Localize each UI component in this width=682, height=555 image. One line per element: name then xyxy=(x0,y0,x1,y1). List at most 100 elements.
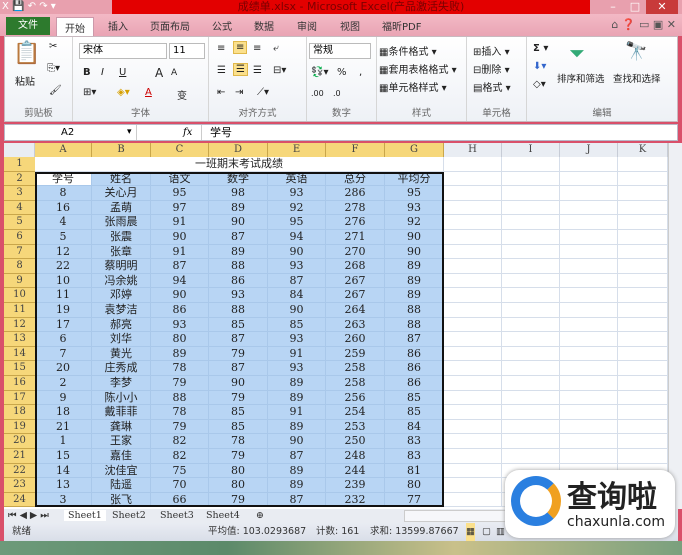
phonetic-button[interactable]: 变 xyxy=(177,87,187,102)
data-cell[interactable]: 87 xyxy=(209,230,268,245)
data-cell[interactable]: 沈佳宜 xyxy=(92,463,151,479)
find-icon[interactable]: 🔭 xyxy=(625,41,647,62)
cell[interactable] xyxy=(444,273,502,289)
cell[interactable] xyxy=(502,303,560,318)
cell[interactable] xyxy=(502,288,560,303)
data-cell[interactable]: 袁梦洁 xyxy=(92,303,151,318)
cell[interactable] xyxy=(560,200,618,216)
row-header[interactable]: 1 xyxy=(4,157,35,172)
page-layout-view-icon[interactable]: ▢ xyxy=(482,523,491,541)
column-header-b[interactable]: B xyxy=(92,143,151,157)
data-cell[interactable]: 268 xyxy=(326,259,385,274)
data-cell[interactable]: 85 xyxy=(385,405,444,420)
paste-icon[interactable]: 📋 xyxy=(13,41,40,66)
fill-icon[interactable]: ⬇▾ xyxy=(533,61,546,72)
column-header-c[interactable]: C xyxy=(151,143,209,157)
data-cell[interactable]: 80 xyxy=(385,478,444,493)
row-header[interactable]: 13 xyxy=(4,332,35,347)
cell[interactable] xyxy=(560,332,618,347)
cell-styles-button[interactable]: ▦单元格样式 ▾ xyxy=(379,79,447,94)
align-right-icon[interactable]: ☰ xyxy=(253,65,262,76)
cell[interactable] xyxy=(560,157,618,172)
cell[interactable] xyxy=(444,259,502,274)
data-cell[interactable]: 86 xyxy=(209,273,268,289)
data-cell[interactable]: 90 xyxy=(268,244,326,260)
column-header-a[interactable]: A xyxy=(35,143,92,157)
tab-file[interactable]: 文件 xyxy=(6,17,50,35)
maximize-button[interactable]: □ xyxy=(624,0,646,14)
cell[interactable] xyxy=(502,157,560,172)
cell[interactable] xyxy=(444,288,502,303)
cell[interactable] xyxy=(560,434,618,449)
data-cell[interactable]: 75 xyxy=(151,463,209,479)
decrease-indent-icon[interactable]: ⇤ xyxy=(217,87,225,98)
cell[interactable] xyxy=(560,361,618,376)
data-cell[interactable]: 92 xyxy=(268,200,326,216)
data-cell[interactable]: 90 xyxy=(268,303,326,318)
comma-button[interactable]: , xyxy=(359,67,362,78)
header-cell[interactable]: 学号 xyxy=(35,171,92,187)
data-cell[interactable]: 郝亮 xyxy=(92,317,151,333)
data-cell[interactable]: 86 xyxy=(385,361,444,376)
data-cell[interactable]: 82 xyxy=(151,449,209,464)
cell[interactable] xyxy=(618,346,668,362)
data-cell[interactable]: 邓婷 xyxy=(92,288,151,303)
cell[interactable] xyxy=(618,405,668,420)
data-cell[interactable]: 89 xyxy=(209,244,268,260)
cell[interactable] xyxy=(560,244,618,260)
data-cell[interactable]: 87 xyxy=(268,449,326,464)
data-cell[interactable]: 张震 xyxy=(92,230,151,245)
cell[interactable] xyxy=(618,317,668,333)
font-size-select[interactable]: 11 xyxy=(169,43,205,59)
row-header[interactable]: 21 xyxy=(4,449,35,464)
data-cell[interactable]: 91 xyxy=(151,244,209,260)
page-break-view-icon[interactable]: ▥ xyxy=(496,523,505,541)
sheet-tab-sheet3[interactable]: Sheet3 xyxy=(160,510,194,521)
cell[interactable] xyxy=(560,390,618,406)
data-cell[interactable]: 79 xyxy=(209,346,268,362)
data-cell[interactable]: 264 xyxy=(326,303,385,318)
cell[interactable] xyxy=(560,303,618,318)
column-header-f[interactable]: F xyxy=(326,143,385,157)
data-cell[interactable]: 83 xyxy=(385,434,444,449)
cell[interactable] xyxy=(444,463,502,479)
data-cell[interactable]: 70 xyxy=(151,478,209,493)
tab-foxit-pdf[interactable]: 福昕PDF xyxy=(382,18,421,33)
data-cell[interactable]: 80 xyxy=(209,478,268,493)
data-cell[interactable]: 2 xyxy=(35,376,92,391)
data-cell[interactable]: 87 xyxy=(209,332,268,347)
data-cell[interactable]: 陆遥 xyxy=(92,478,151,493)
shrink-font-button[interactable]: A xyxy=(171,68,177,78)
data-cell[interactable]: 89 xyxy=(385,273,444,289)
column-header-d[interactable]: D xyxy=(209,143,268,157)
column-header-k[interactable]: K xyxy=(618,143,668,157)
merge-center-icon[interactable]: ⊟▾ xyxy=(273,65,286,76)
increase-indent-icon[interactable]: ⇥ xyxy=(235,87,243,98)
cell[interactable] xyxy=(618,303,668,318)
cell[interactable] xyxy=(560,186,618,201)
data-cell[interactable]: 276 xyxy=(326,215,385,230)
data-cell[interactable]: 90 xyxy=(209,376,268,391)
data-cell[interactable]: 82 xyxy=(151,434,209,449)
align-center-icon[interactable]: ☰ xyxy=(233,63,248,76)
data-cell[interactable]: 79 xyxy=(209,492,268,508)
data-cell[interactable]: 20 xyxy=(35,361,92,376)
number-format-select[interactable]: 常规 xyxy=(309,43,371,59)
data-cell[interactable]: 79 xyxy=(151,419,209,435)
data-cell[interactable]: 关心月 xyxy=(92,186,151,201)
data-cell[interactable]: 张飞 xyxy=(92,492,151,508)
select-all-corner[interactable] xyxy=(4,143,35,157)
data-cell[interactable]: 90 xyxy=(151,230,209,245)
data-cell[interactable]: 90 xyxy=(268,434,326,449)
orientation-icon[interactable]: ⟋▾ xyxy=(257,87,269,98)
data-cell[interactable]: 95 xyxy=(151,186,209,201)
insert-function-button[interactable]: fx xyxy=(183,125,192,140)
row-header[interactable]: 20 xyxy=(4,434,35,449)
data-cell[interactable]: 89 xyxy=(151,346,209,362)
header-cell[interactable]: 英语 xyxy=(268,171,326,187)
data-cell[interactable]: 278 xyxy=(326,200,385,216)
data-cell[interactable]: 89 xyxy=(268,478,326,493)
data-cell[interactable]: 9 xyxy=(35,390,92,406)
row-header[interactable]: 9 xyxy=(4,273,35,289)
data-cell[interactable]: 78 xyxy=(151,405,209,420)
